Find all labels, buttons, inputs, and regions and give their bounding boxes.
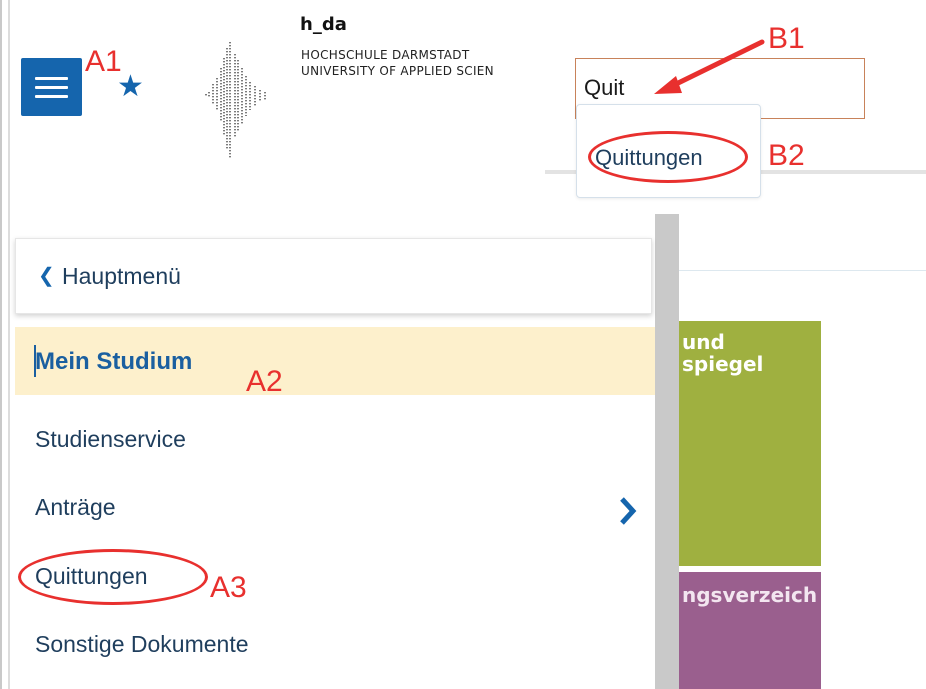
back-to-main-menu[interactable]: ❮ Hauptmenü bbox=[15, 238, 652, 314]
tile-label: spiegel bbox=[682, 352, 764, 376]
window-edge bbox=[0, 0, 2, 689]
hamburger-menu-button[interactable] bbox=[21, 58, 82, 116]
annotation-b2: B2 bbox=[768, 139, 805, 172]
menu-item-label: Mein Studium bbox=[35, 348, 193, 375]
annotation-arrow-b1 bbox=[654, 39, 765, 94]
dashboard-tile-green[interactable]: und spiegel bbox=[679, 321, 821, 566]
hamburger-menu-icon-bar bbox=[35, 86, 68, 89]
logo-title: h_da bbox=[300, 14, 347, 35]
back-label: Hauptmenü bbox=[62, 263, 181, 289]
annotation-ellipse-a3 bbox=[18, 549, 208, 605]
annotation-a3: A3 bbox=[210, 571, 247, 604]
logo-subtitle-line2: UNIVERSITY OF APPLIED SCIEN bbox=[301, 64, 494, 78]
menu-item-mein-studium[interactable]: Mein Studium bbox=[15, 327, 655, 395]
hamburger-menu-icon bbox=[35, 77, 68, 80]
window-edge-inner bbox=[8, 0, 10, 689]
logo-subtitle-clip: HOCHSCHULE DARMSTADT UNIVERSITY OF APPLI… bbox=[301, 48, 544, 82]
menu-item-antraege[interactable]: Anträge bbox=[35, 494, 116, 521]
annotation-b1: B1 bbox=[768, 22, 805, 55]
annotation-ellipse-b2 bbox=[588, 131, 748, 183]
chevron-left-icon: ❮ bbox=[38, 265, 55, 287]
chevron-right-icon[interactable] bbox=[618, 496, 638, 526]
dashboard-tile-purple[interactable]: ngsverzeich bbox=[679, 572, 821, 689]
logo-subtitle-line1: HOCHSCHULE DARMSTADT bbox=[301, 48, 470, 62]
menu-item-studienservice[interactable]: Studienservice bbox=[35, 426, 186, 453]
hda-logo-mark bbox=[205, 42, 266, 158]
hamburger-menu-icon-bar bbox=[35, 95, 68, 98]
menu-item-sonstige-dokumente[interactable]: Sonstige Dokumente bbox=[35, 631, 249, 658]
scrollbar-track[interactable] bbox=[655, 214, 679, 689]
tile-label: und bbox=[682, 330, 725, 354]
content-divider bbox=[679, 270, 926, 271]
tile-label: ngsverzeich bbox=[682, 583, 818, 607]
annotation-a1: A1 bbox=[85, 45, 122, 78]
annotation-a2: A2 bbox=[246, 365, 283, 398]
